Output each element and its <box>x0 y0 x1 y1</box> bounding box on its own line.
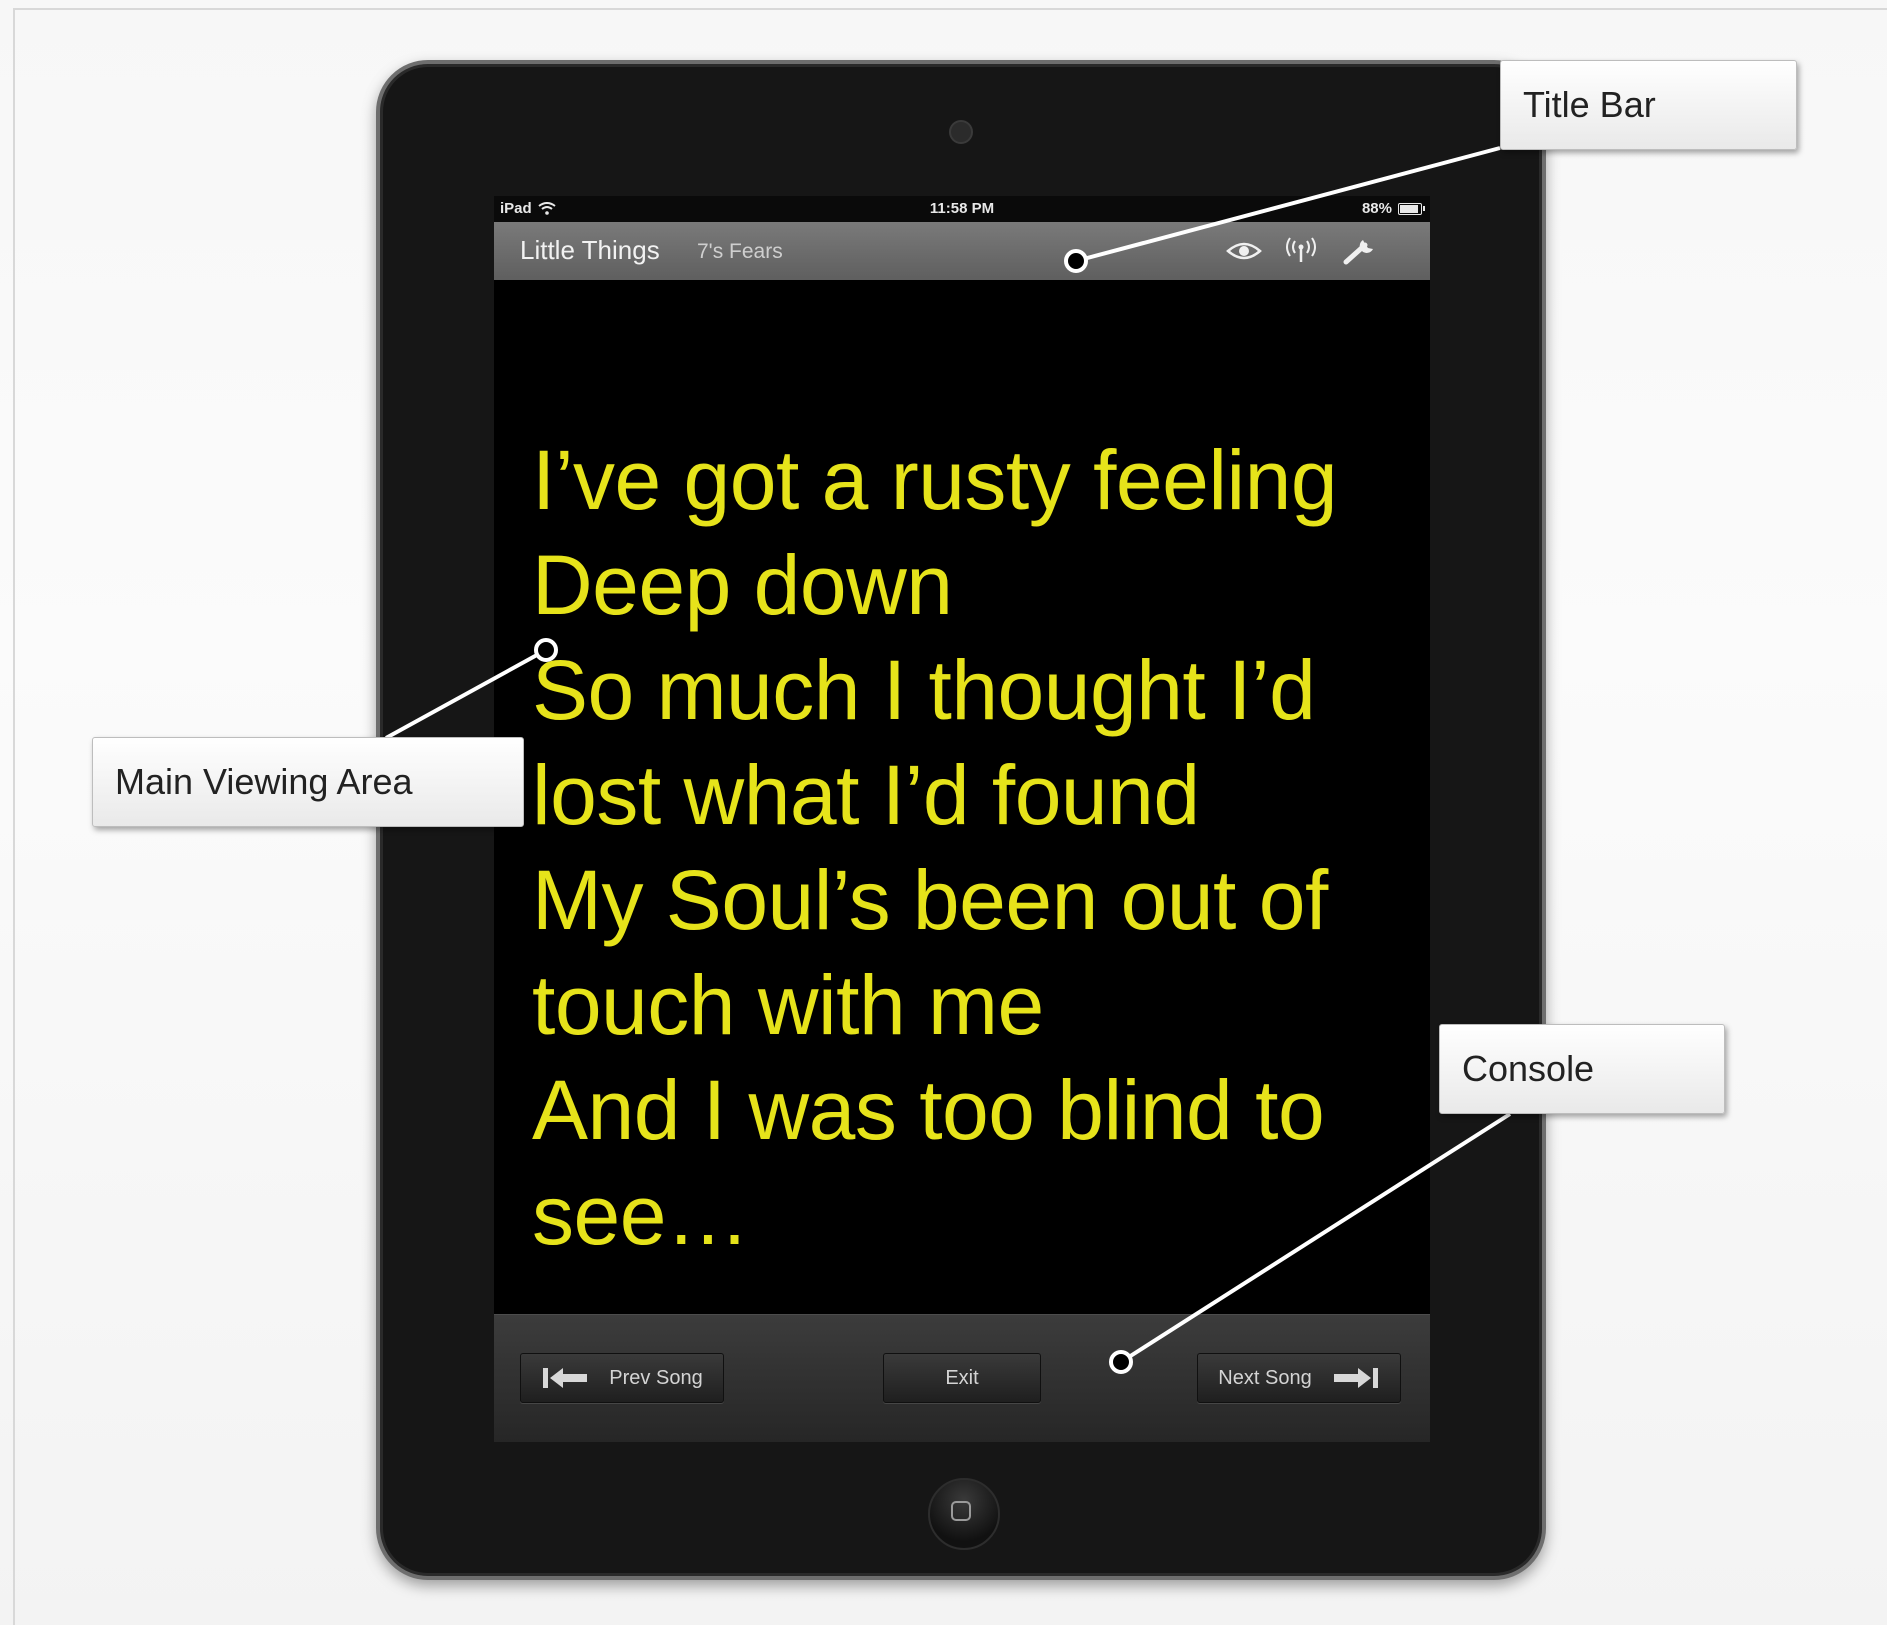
callout-title-bar-label: Title Bar <box>1523 84 1656 125</box>
callout-console: Console <box>1439 1024 1725 1114</box>
callout-main-viewing-area: Main Viewing Area <box>92 737 524 827</box>
callout-main-viewing-area-label: Main Viewing Area <box>115 761 413 802</box>
callout-title-bar: Title Bar <box>1500 60 1797 150</box>
callout-console-label: Console <box>1462 1048 1595 1089</box>
